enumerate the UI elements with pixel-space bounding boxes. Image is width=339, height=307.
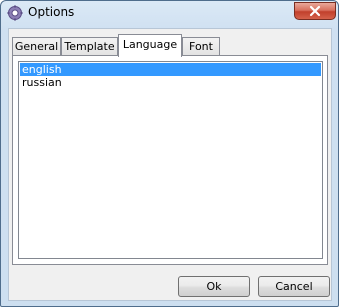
tab-general[interactable]: General xyxy=(12,37,61,56)
cancel-button[interactable]: Cancel xyxy=(258,276,330,297)
tab-font[interactable]: Font xyxy=(182,37,220,56)
language-tab-panel: english russian xyxy=(12,55,328,265)
tab-language[interactable]: Language xyxy=(118,34,182,57)
tab-template[interactable]: Template xyxy=(61,37,118,56)
close-button[interactable] xyxy=(294,2,336,20)
close-icon xyxy=(309,5,321,17)
ok-button[interactable]: Ok xyxy=(178,276,250,297)
language-listbox[interactable]: english russian xyxy=(18,61,323,259)
list-item-english[interactable]: english xyxy=(20,63,321,76)
window-title: Options xyxy=(28,5,75,19)
dialog-body: General Template Language Font english r… xyxy=(8,28,332,301)
gear-icon xyxy=(7,5,23,21)
title-bar[interactable]: Options xyxy=(1,1,338,25)
list-item-russian[interactable]: russian xyxy=(20,76,321,89)
options-dialog: Options General Template Language Font e… xyxy=(0,0,339,307)
